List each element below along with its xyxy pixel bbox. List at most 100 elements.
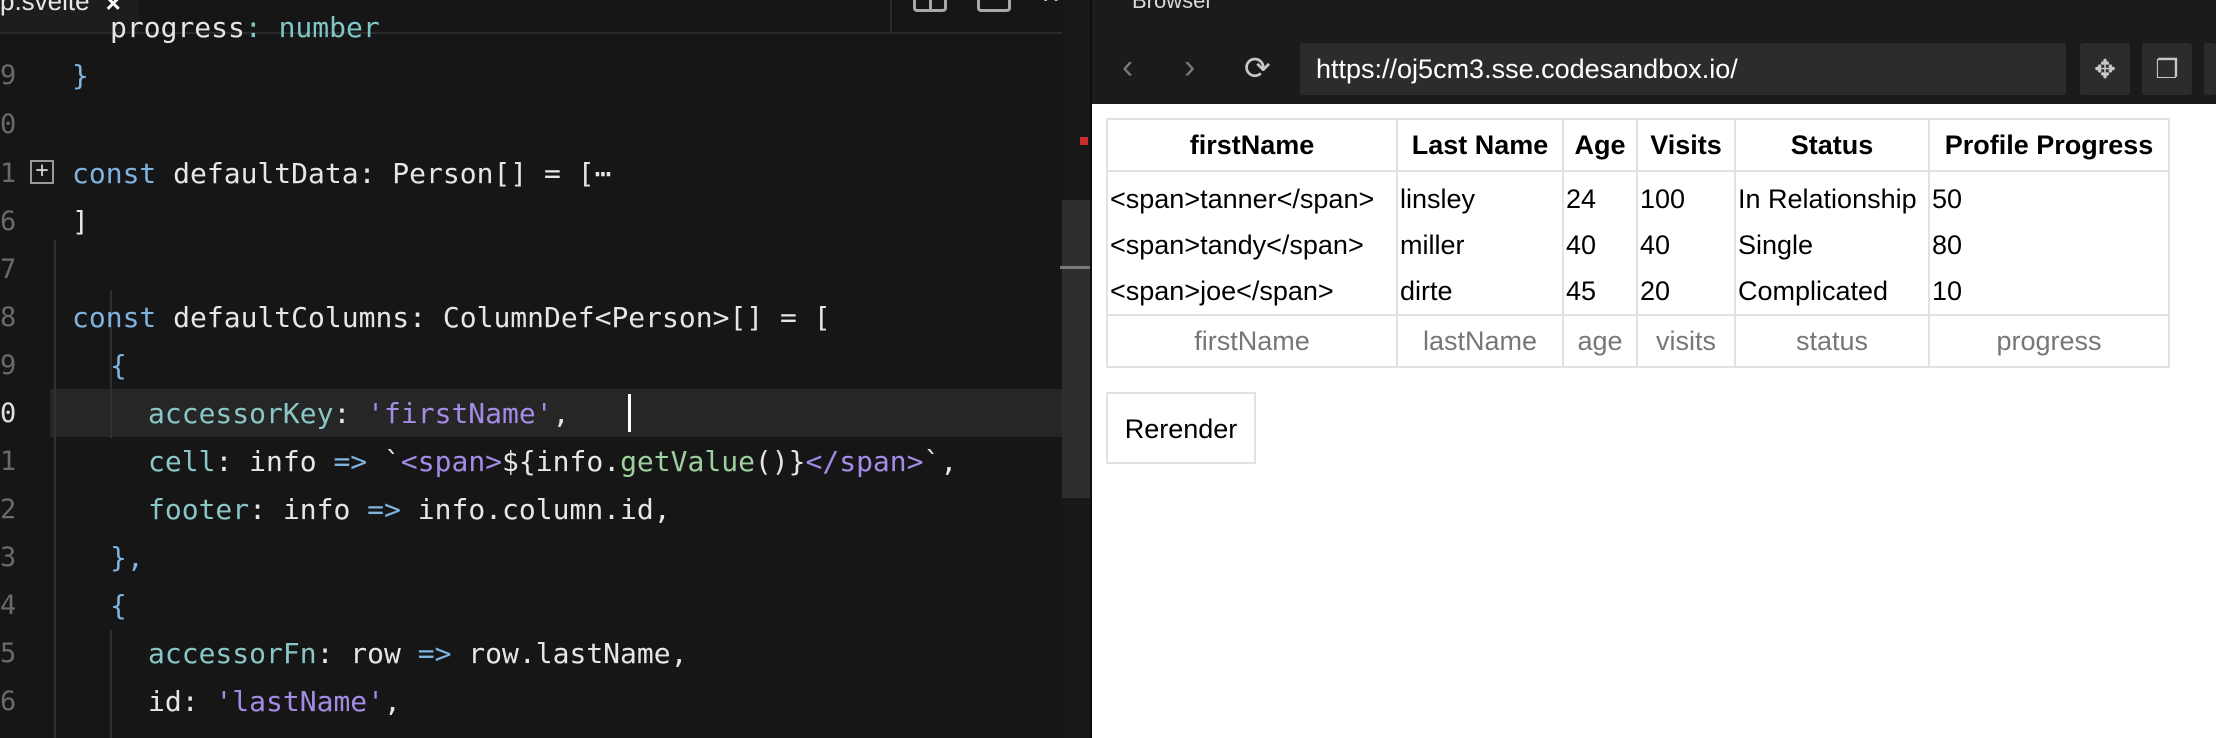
tab-separator [890, 0, 892, 32]
indent-guide [54, 240, 56, 738]
code-token: : info [249, 493, 368, 526]
preview-icon[interactable] [977, 0, 1012, 12]
table-header-row: firstName Last Name Age Visits Status Pr… [1106, 118, 2170, 172]
table-cell: dirte [1396, 268, 1564, 315]
line-number: 1 [0, 446, 17, 477]
code-editor-pane: p.svelte × ··· 9 0 1 6 7 8 9 0 1 2 3 4 5… [0, 0, 1090, 738]
code-token: progress [110, 11, 245, 44]
column-footer: status [1734, 314, 1930, 368]
table-footer-row: firstName lastName age visits status pro… [1106, 314, 2170, 368]
code-token: const [72, 301, 157, 334]
column-header: Status [1734, 118, 1930, 172]
table-cell: 50 [1928, 171, 2170, 222]
code-token: const [72, 157, 157, 190]
code-token: => [333, 445, 368, 478]
code-line[interactable]: const defaultColumns: ColumnDef<Person>[… [72, 304, 831, 332]
column-header: firstName [1106, 118, 1398, 172]
code-token: : [333, 397, 368, 430]
code-token: => [417, 637, 452, 670]
text-cursor [628, 394, 631, 432]
code-token: 'firstName' [367, 397, 553, 430]
table-cell: miller [1396, 222, 1564, 268]
editor-scroll-thumb[interactable] [1062, 200, 1090, 498]
table-cell: 80 [1928, 222, 2170, 268]
code-token: cell [148, 445, 216, 478]
cursor-position-marker [1060, 266, 1090, 269]
code-line[interactable]: progress: number [110, 14, 380, 42]
column-footer: visits [1636, 314, 1736, 368]
column-header: Profile Progress [1928, 118, 2170, 172]
editor-actions: ··· [913, 0, 1072, 32]
code-token: ] [72, 205, 89, 238]
code-token: defaultData: Person[] = [ [156, 157, 595, 190]
address-bar[interactable]: https://oj5cm3.sse.codesandbox.io/ [1300, 43, 2066, 95]
reload-icon[interactable]: ⟳ [1244, 52, 1271, 84]
table-cell: 100 [1636, 171, 1736, 222]
column-footer: age [1562, 314, 1638, 368]
table-cell: Single [1734, 222, 1930, 268]
line-number: 7 [0, 254, 17, 285]
code-line[interactable]: } [72, 62, 89, 90]
code-line[interactable]: footer: info => info.column.id, [148, 496, 671, 524]
browser-pane: Browser ‹ › ⟳ https://oj5cm3.sse.codesan… [1092, 0, 2216, 738]
line-number: 0 [0, 398, 17, 429]
copy-url-icon[interactable]: ❐ [2142, 43, 2192, 95]
code-token: => [367, 493, 401, 526]
table-cell: <span>tandy</span> [1106, 222, 1398, 268]
code-line-active[interactable]: accessorKey: 'firstName', [148, 400, 569, 428]
line-number: 9 [0, 350, 17, 381]
column-header: Age [1562, 118, 1638, 172]
indent-guide [110, 630, 112, 738]
table-cell: 45 [1562, 268, 1638, 315]
code-line[interactable]: }, [110, 544, 144, 572]
table-cell: 40 [1562, 222, 1638, 268]
line-number: 6 [0, 686, 17, 717]
table-cell: In Relationship [1734, 171, 1930, 222]
line-number: 3 [0, 542, 17, 573]
code-line[interactable]: cell: info => `<span>${info.getValue()}<… [148, 448, 957, 476]
split-editor-icon[interactable] [913, 0, 948, 12]
table-row: <span>tanner</span> linsley 24 100 In Re… [1106, 171, 2170, 222]
line-number: 2 [0, 494, 17, 525]
line-number: 5 [0, 638, 17, 669]
table-cell: 20 [1636, 268, 1736, 315]
code-token: : row [316, 637, 418, 670]
line-number: 6 [0, 206, 17, 237]
dev-tools-icon[interactable]: ✥ [2080, 43, 2130, 95]
code-token: } [72, 59, 89, 92]
code-line[interactable]: { [110, 592, 127, 620]
code-line[interactable]: id: 'lastName', [148, 688, 401, 716]
table-row: <span>tandy</span> miller 40 40 Single 8… [1106, 222, 2170, 268]
code-token: { [110, 589, 127, 622]
code-token: ${info. [502, 445, 621, 478]
line-number: 0 [0, 109, 17, 140]
rerender-button[interactable]: Rerender [1106, 392, 1256, 464]
code-token: : number [244, 11, 380, 44]
folded-ellipsis[interactable]: ⋯ [595, 157, 612, 190]
code-token: ` [367, 445, 401, 478]
column-footer: firstName [1106, 314, 1398, 368]
more-browser-actions[interactable] [2204, 43, 2216, 95]
code-token: , [384, 685, 401, 718]
back-icon[interactable]: ‹ [1122, 50, 1133, 84]
forward-icon[interactable]: › [1184, 50, 1195, 84]
table-cell: <span>joe</span> [1106, 268, 1398, 315]
expand-fold-icon[interactable]: + [30, 160, 54, 184]
table-cell: 10 [1928, 268, 2170, 315]
code-line[interactable]: ] [72, 208, 89, 236]
code-token: `, [923, 445, 958, 478]
code-token: defaultColumns: ColumnDef<Person>[] = [ [156, 301, 831, 334]
table-row: <span>joe</span> dirte 45 20 Complicated… [1106, 268, 2170, 315]
page-content: firstName Last Name Age Visits Status Pr… [1092, 104, 2216, 738]
code-line[interactable]: { [110, 352, 127, 380]
line-number: 1 [0, 158, 17, 189]
code-line[interactable]: const defaultData: Person[] = [⋯ [72, 160, 611, 188]
code-token: }, [110, 541, 144, 574]
browser-pane-title: Browser [1132, 0, 1213, 13]
browser-toolbar: Browser ‹ › ⟳ https://oj5cm3.sse.codesan… [1092, 0, 2216, 104]
code-line[interactable]: accessorFn: row => row.lastName, [148, 640, 687, 668]
line-number: 8 [0, 302, 17, 333]
code-token: ()} [754, 445, 806, 478]
code-token: accessorKey [148, 397, 334, 430]
code-token: row.lastName, [451, 637, 688, 670]
